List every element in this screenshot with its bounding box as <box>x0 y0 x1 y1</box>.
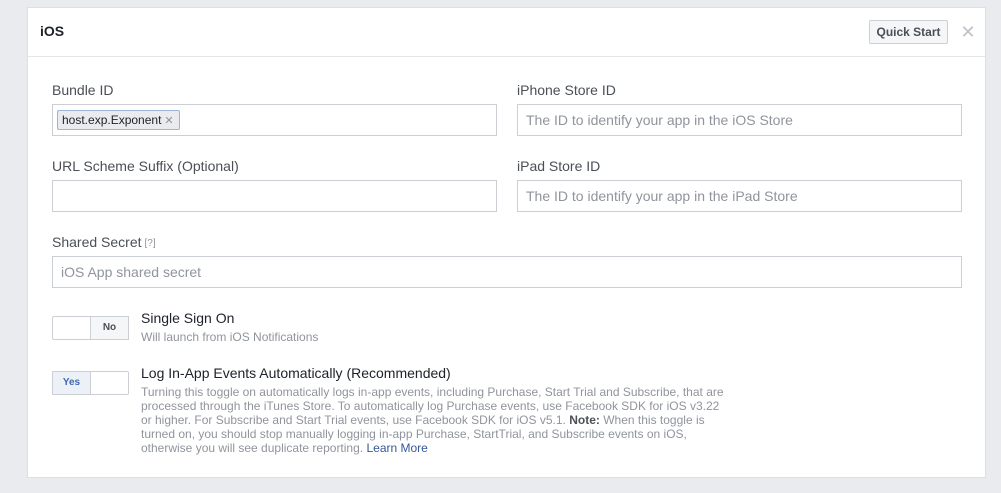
ios-settings-panel: iOS Quick Start ✕ Bundle ID host.exp.Exp… <box>27 7 986 478</box>
learn-more-link[interactable]: Learn More <box>366 441 427 455</box>
single-sign-on-title: Single Sign On <box>141 310 235 326</box>
single-sign-on-subtitle: Will launch from iOS Notifications <box>141 330 319 344</box>
url-scheme-suffix-label: URL Scheme Suffix (Optional) <box>52 158 239 174</box>
bundle-id-label: Bundle ID <box>52 82 114 98</box>
help-icon[interactable]: [?] <box>145 238 156 249</box>
close-icon[interactable]: ✕ <box>958 22 978 42</box>
single-sign-on-toggle[interactable]: No <box>52 316 129 340</box>
quick-start-button[interactable]: Quick Start <box>869 20 948 44</box>
note-label: Note: <box>569 413 600 427</box>
url-scheme-suffix-input[interactable] <box>52 180 497 212</box>
bundle-id-token: host.exp.Exponent ✕ <box>57 110 180 130</box>
ipad-store-id-label: iPad Store ID <box>517 158 601 174</box>
panel-header: iOS Quick Start ✕ <box>28 8 985 57</box>
panel-title: iOS <box>40 23 65 39</box>
iphone-store-id-label: iPhone Store ID <box>517 82 616 98</box>
log-events-title: Log In-App Events Automatically (Recomme… <box>141 365 451 381</box>
bundle-id-token-text: host.exp.Exponent <box>62 113 162 127</box>
log-events-toggle[interactable]: Yes <box>52 371 129 395</box>
iphone-store-id-input[interactable] <box>517 104 962 136</box>
log-events-description: Turning this toggle on automatically log… <box>141 385 731 455</box>
bundle-id-input[interactable]: host.exp.Exponent ✕ <box>52 104 497 136</box>
shared-secret-input[interactable] <box>52 256 962 288</box>
remove-token-icon[interactable]: ✕ <box>164 115 173 127</box>
shared-secret-label-text: Shared Secret <box>52 234 142 250</box>
toggle-yes-label: Yes <box>52 371 91 395</box>
toggle-no-label: No <box>90 316 129 340</box>
ipad-store-id-input[interactable] <box>517 180 962 212</box>
shared-secret-label: Shared Secret [?] <box>52 234 156 250</box>
